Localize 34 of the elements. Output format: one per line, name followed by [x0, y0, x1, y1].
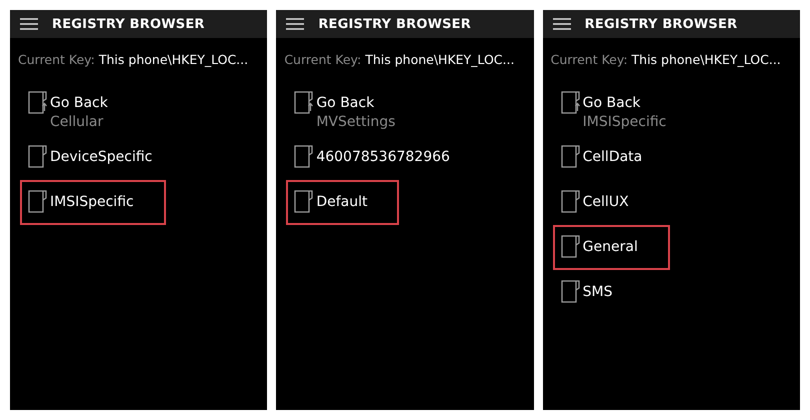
- app-title: REGISTRY BROWSER: [584, 16, 738, 32]
- highlighted-registry-key[interactable]: Default: [286, 180, 400, 225]
- menu-icon[interactable]: [552, 18, 571, 30]
- menu-icon[interactable]: [286, 18, 304, 30]
- registry-key-item[interactable]: CellUX: [552, 180, 661, 225]
- go-back-item[interactable]: Go Back Cellular: [20, 81, 140, 135]
- highlighted-registry-key[interactable]: General: [552, 225, 670, 270]
- folder-icon: [28, 145, 48, 168]
- app-title: REGISTRY BROWSER: [52, 16, 205, 32]
- folder-icon: [560, 280, 581, 303]
- current-key-path: This phone\HKEY_LOC...: [98, 52, 248, 67]
- current-key-label: Current Key:: [18, 52, 95, 67]
- current-key-path: This phone\HKEY_LOC...: [632, 52, 781, 67]
- registry-key-item[interactable]: DeviceSpecific: [20, 135, 184, 180]
- go-back-item[interactable]: Go Back IMSISpecific: [552, 81, 698, 135]
- current-key-path: This phone\HKEY_LOC...: [365, 52, 514, 67]
- folder-icon: [294, 145, 314, 168]
- registry-key-item[interactable]: 460078536782966: [286, 135, 482, 180]
- go-back-item[interactable]: Go Back MVSettings: [286, 81, 428, 135]
- app-title: REGISTRY BROWSER: [318, 16, 471, 32]
- folder-icon: [294, 190, 314, 213]
- folder-up-icon: [560, 91, 581, 114]
- folder-up-icon: [28, 91, 48, 114]
- highlighted-registry-key[interactable]: IMSISpecific: [20, 180, 166, 225]
- current-key-label: Current Key:: [284, 52, 362, 67]
- folder-icon: [560, 190, 581, 213]
- folder-icon: [28, 190, 48, 213]
- menu-icon[interactable]: [20, 18, 38, 30]
- folder-icon: [560, 235, 581, 258]
- registry-key-item[interactable]: SMS: [552, 270, 645, 315]
- folder-up-icon: [294, 91, 314, 114]
- folder-icon: [560, 145, 581, 168]
- registry-key-item[interactable]: CellData: [552, 135, 674, 180]
- current-key-label: Current Key:: [550, 52, 628, 67]
